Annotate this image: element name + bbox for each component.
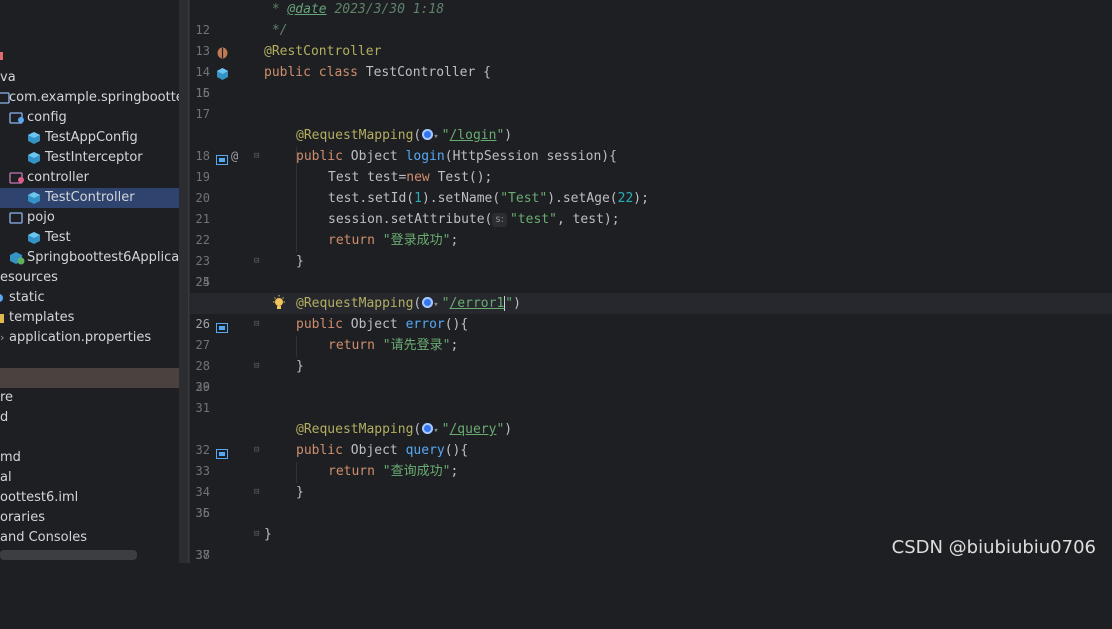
class-icon: [27, 151, 41, 165]
parameter-hint: s:: [492, 213, 507, 227]
chevron-right-icon: ›: [0, 331, 5, 344]
fold-icon[interactable]: ⊟: [254, 314, 259, 335]
class-icon: [27, 231, 41, 245]
tree-item-application[interactable]: Springboottest6Application: [0, 248, 179, 268]
tree-fragment-top: [0, 52, 3, 60]
code-line-16: 16: [195, 86, 210, 100]
code-line-12: 12 * @date 2023/3/30 1:18: [195, 2, 445, 37]
tree-item-static[interactable]: static: [0, 288, 179, 308]
code-line-27: 27 ⊟ public Object error(){: [190, 314, 1112, 352]
tree-separator-band: [0, 368, 179, 388]
code-line-33: 33 ⊟ public Object query(){: [190, 440, 1112, 478]
code-line-28: 28 return "请先登录";: [195, 338, 459, 373]
package-config-icon: [9, 111, 24, 125]
fold-icon[interactable]: ⊟: [254, 524, 259, 545]
class-icon: [27, 131, 41, 145]
code-line-34: 34 return "查询成功";: [195, 464, 459, 499]
tree-item-libraries[interactable]: oraries: [0, 508, 179, 528]
tree-item-config[interactable]: config: [0, 108, 179, 128]
package-icon: [9, 211, 23, 225]
horizontal-scrollbar[interactable]: [0, 550, 137, 560]
tree-item-testinterceptor[interactable]: TestInterceptor: [0, 148, 179, 168]
web-endpoint-icon[interactable]: [422, 129, 434, 140]
tree-item-md[interactable]: md: [0, 448, 179, 468]
code-line-31: 31: [195, 401, 210, 415]
tree-item-scratches[interactable]: and Consoles: [0, 528, 179, 548]
fold-icon[interactable]: ⊟: [254, 440, 259, 461]
code-line-20: 20 Test test=new Test();: [195, 170, 493, 205]
code-line-19: 19 @ ⊟ public Object login(HttpSession s…: [190, 146, 1112, 184]
watermark: CSDN @biubiubiu0706: [891, 537, 1096, 558]
code-line-30: 30: [195, 380, 210, 394]
code-line-36: 36: [195, 506, 210, 520]
code-line-26-current: 26 @RequestMapping(▾ "/error1"): [190, 293, 1112, 331]
tree-item-pojo[interactable]: pojo: [0, 208, 179, 228]
at-sign-icon[interactable]: @: [231, 146, 238, 167]
tree-item-package-root[interactable]: com.example.springboottest6: [0, 88, 179, 108]
code-line-29: 29 ⊟ }: [190, 356, 1112, 394]
code-editor[interactable]: 12 * @date 2023/3/30 1:18 13 */ 14 @Rest…: [190, 0, 1112, 563]
package-controller-icon: [9, 171, 24, 185]
tree-item-application-properties[interactable]: › application.properties: [0, 328, 179, 348]
code-line-14: 14 @RestController: [195, 44, 382, 79]
chevron-down-icon[interactable]: ▾: [433, 300, 438, 310]
tree-item-test[interactable]: Test: [0, 228, 179, 248]
tree-item-testcontroller[interactable]: TestController: [0, 188, 179, 208]
class-icon: [27, 191, 41, 205]
code-line-13: 13 */: [195, 23, 288, 58]
web-endpoint-icon[interactable]: [422, 297, 434, 308]
code-line-21: 21 test.setId(1).setName("Test").setAge(…: [195, 191, 649, 226]
tree-item-re[interactable]: re: [0, 388, 179, 408]
code-line-25: 25: [195, 275, 210, 289]
chevron-down-icon[interactable]: ▾: [433, 132, 438, 142]
code-line-24: 24 ⊟ }: [190, 251, 1112, 289]
code-line-17: 17: [195, 107, 210, 121]
code-line-32: 32 @RequestMapping(▾ "/query"): [195, 422, 513, 457]
tree-item-java[interactable]: va: [0, 68, 179, 88]
project-tree: va com.example.springboottest6 config Te…: [0, 0, 179, 563]
tree-item-testappconfig[interactable]: TestAppConfig: [0, 128, 179, 148]
fold-icon[interactable]: ⊟: [254, 146, 259, 167]
gutter-border: [188, 0, 189, 563]
code-line-18: 18 @RequestMapping(▾ "/login"): [195, 128, 513, 163]
fold-icon[interactable]: ⊟: [254, 356, 259, 377]
spring-class-icon: [9, 251, 25, 265]
fold-icon[interactable]: ⊟: [254, 251, 259, 272]
tree-item-controller[interactable]: controller: [0, 168, 179, 188]
tree-item-d[interactable]: d: [0, 408, 179, 428]
code-line-35: 35 ⊟ }: [190, 482, 1112, 520]
chevron-down-icon[interactable]: ▾: [433, 426, 438, 436]
tree-item-iml[interactable]: oottest6.iml: [0, 488, 179, 508]
fold-icon[interactable]: ⊟: [254, 482, 259, 503]
code-line-22: 22 session.setAttribute(s: "test", test);: [195, 212, 620, 247]
code-line-15: 15 public class TestController {: [195, 65, 491, 100]
tree-item-resources[interactable]: esources: [0, 268, 179, 288]
tree-item-templates[interactable]: templates: [0, 308, 179, 328]
code-line-23: 23 return "登录成功";: [195, 233, 459, 268]
web-endpoint-icon[interactable]: [422, 423, 434, 434]
tree-item-al[interactable]: al: [0, 468, 179, 488]
